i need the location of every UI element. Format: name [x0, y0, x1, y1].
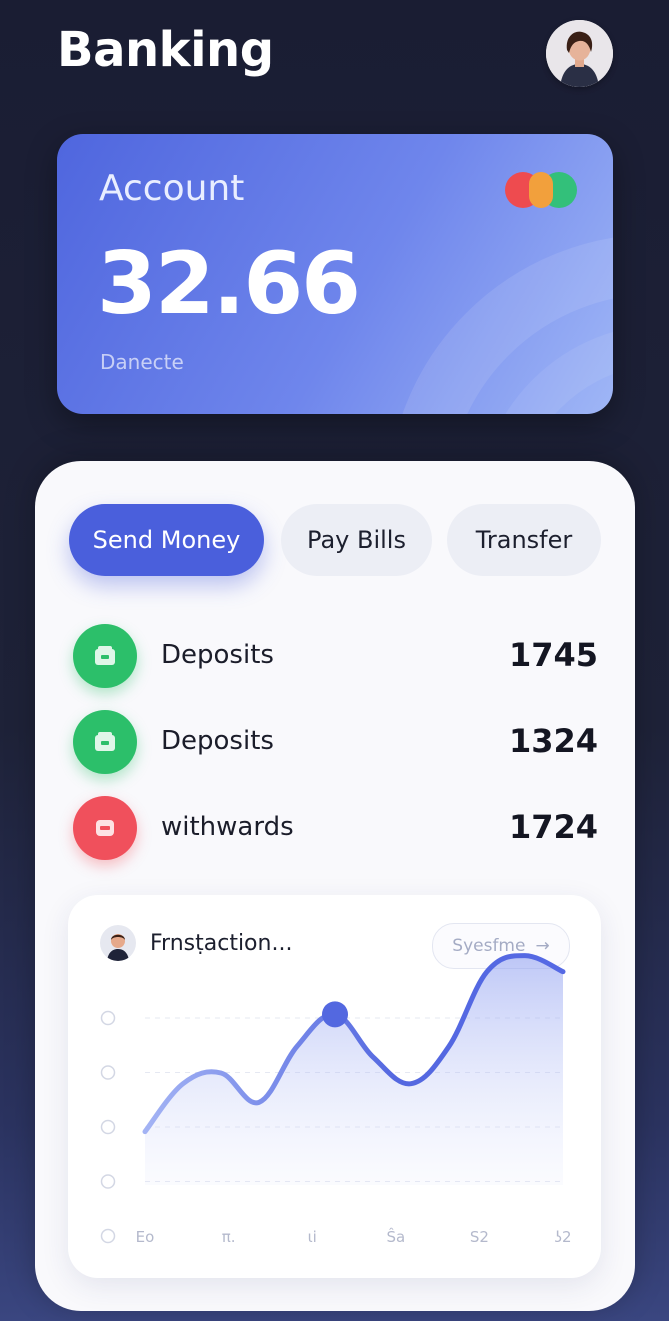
card-icon: [73, 796, 137, 860]
highlight-point[interactable]: [322, 1001, 348, 1028]
x-tick-label: Eo: [136, 1228, 155, 1246]
y-axis-marker: [100, 1119, 116, 1135]
transactions-chart-card: Frnsṭaction... Syesfme → Eo π. ɩi Ŝa S2 …: [68, 895, 601, 1278]
y-axis-marker: [100, 1010, 116, 1026]
y-axis-marker: [100, 1065, 116, 1080]
transaction-row[interactable]: Deposits 1745: [73, 624, 598, 690]
y-axis-marker: [100, 1174, 116, 1189]
line-chart: Eo π. ɩi Ŝa S2 ʖ2: [100, 953, 572, 1246]
main-panel: Send Money Pay Bills Transfer Deposits 1…: [35, 461, 635, 1311]
x-tick-label: ɩi: [308, 1228, 317, 1246]
transaction-label: Deposits: [161, 640, 274, 670]
transaction-label: withwards: [161, 812, 294, 842]
x-tick-label: S2: [470, 1228, 489, 1246]
transaction-amount: 1324: [508, 722, 598, 760]
transaction-row[interactable]: Deposits 1324: [73, 710, 598, 776]
account-balance: 32.66: [97, 234, 361, 334]
pay-bills-button[interactable]: Pay Bills: [281, 504, 432, 576]
pay-bills-label: Pay Bills: [307, 526, 406, 554]
x-tick-label: π.: [222, 1228, 236, 1246]
send-money-label: Send Money: [92, 526, 241, 554]
y-axis-marker: [100, 1228, 116, 1244]
profile-avatar[interactable]: [546, 20, 613, 87]
send-money-button[interactable]: Send Money: [69, 504, 264, 576]
transaction-row[interactable]: withwards 1724: [73, 796, 598, 862]
wallet-icon: [73, 710, 137, 774]
transfer-label: Transfer: [475, 526, 573, 554]
wallet-icon: [73, 624, 137, 688]
card-label: Account: [99, 168, 245, 209]
transaction-label: Deposits: [161, 726, 274, 756]
transfer-button[interactable]: Transfer: [447, 504, 601, 576]
x-tick-label: ʖ2: [554, 1228, 571, 1246]
card-brand-logo: [505, 172, 577, 208]
x-tick-label: Ŝa: [386, 1227, 405, 1246]
card-subtitle: Danecte: [100, 350, 184, 374]
transaction-amount: 1745: [508, 636, 598, 674]
page-title: Banking: [57, 22, 274, 78]
transaction-amount: 1724: [508, 808, 598, 846]
